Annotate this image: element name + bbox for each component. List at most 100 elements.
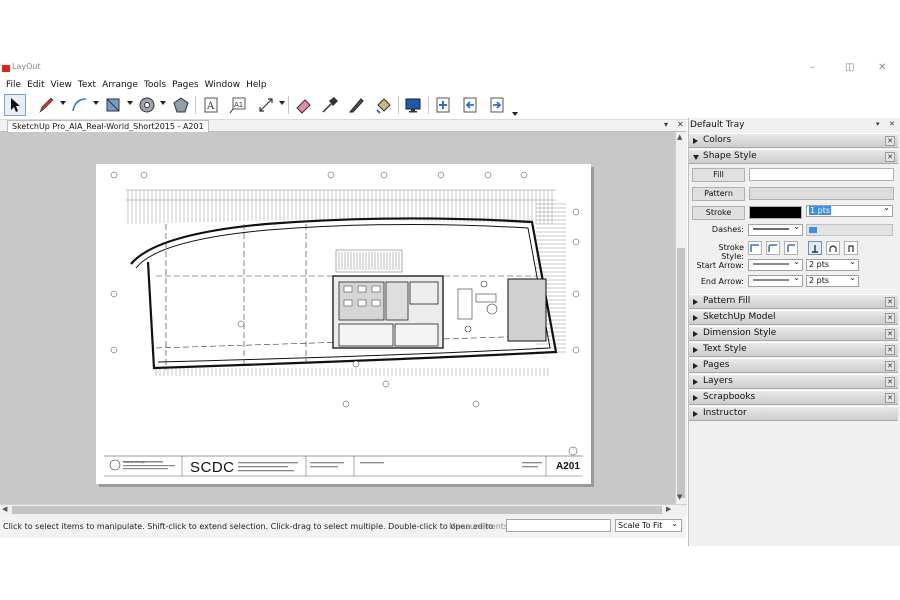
panel-scrapbooks[interactable]: Scrapbooks ✕: [689, 390, 898, 405]
panel-title: Colors: [703, 135, 732, 145]
add-page-button[interactable]: [432, 94, 454, 116]
next-page-button[interactable]: [486, 94, 508, 116]
menu-bar: File Edit View Text Arrange Tools Pages …: [0, 78, 900, 92]
menu-tools[interactable]: Tools: [141, 78, 169, 92]
eraser-tool-button[interactable]: [292, 94, 314, 116]
toolbar-separator: [288, 96, 289, 114]
pattern-button[interactable]: Pattern: [692, 187, 745, 201]
pattern-swatch[interactable]: [749, 187, 894, 200]
menu-file[interactable]: File: [3, 78, 24, 92]
menu-help[interactable]: Help: [243, 78, 270, 92]
text-tool-button[interactable]: A: [200, 94, 222, 116]
dimension-tool-button[interactable]: [255, 94, 277, 116]
tray-close-button[interactable]: ✕: [889, 120, 895, 128]
panel-title: Instructor: [703, 408, 747, 418]
circle-tool-dropdown[interactable]: [160, 101, 166, 105]
style-tool-button[interactable]: [318, 94, 340, 116]
dash-scale-select[interactable]: [806, 224, 893, 236]
arc-tool-dropdown[interactable]: [93, 101, 99, 105]
solid-line-icon: [753, 228, 789, 230]
circle-tool-button[interactable]: [136, 94, 158, 116]
select-tool-button[interactable]: [4, 94, 26, 116]
arc-tool-button[interactable]: [68, 94, 90, 116]
rectangle-tool-dropdown[interactable]: [127, 101, 133, 105]
close-window-button[interactable]: ✕: [878, 62, 886, 73]
horizontal-scroll-thumb[interactable]: [12, 506, 662, 514]
stroke-width-select[interactable]: 1 pts: [806, 203, 893, 217]
cap-square-icon[interactable]: [784, 241, 798, 255]
join-miter-icon[interactable]: [808, 241, 822, 255]
collapse-arrow-icon: [693, 347, 698, 353]
panel-layers[interactable]: Layers ✕: [689, 374, 898, 389]
label-icon: A1: [229, 97, 246, 114]
end-arrow-size-select[interactable]: 2 pts: [806, 273, 859, 287]
panel-close-button[interactable]: ✕: [885, 361, 895, 371]
line-tool-dropdown[interactable]: [60, 101, 66, 105]
menu-text[interactable]: Text: [75, 78, 99, 92]
stroke-button[interactable]: Stroke: [692, 206, 745, 220]
scroll-up-icon[interactable]: ▲: [677, 133, 682, 141]
start-arrow-label: Start Arrow:: [696, 261, 744, 270]
fill-button[interactable]: Fill: [692, 168, 745, 182]
panel-close-button[interactable]: ✕: [885, 136, 895, 146]
line-tool-button[interactable]: [35, 94, 57, 116]
menu-arrange[interactable]: Arrange: [99, 78, 141, 92]
start-arrow-size-select[interactable]: 2 pts: [806, 257, 859, 271]
scroll-down-icon[interactable]: ▼: [677, 493, 682, 501]
panel-sketchup-model[interactable]: SketchUp Model ✕: [689, 310, 898, 325]
minimize-button[interactable]: –: [810, 62, 815, 73]
monitor-icon: [405, 98, 421, 113]
document-tab[interactable]: SketchUp Pro_AIA_Real-World_Short2015 - …: [7, 120, 209, 132]
stroke-color-swatch[interactable]: [749, 206, 802, 219]
toolbar-separator: [398, 96, 399, 114]
panel-shape-style[interactable]: Shape Style ✕: [689, 149, 898, 164]
polygon-tool-button[interactable]: [170, 94, 192, 116]
panel-close-button[interactable]: ✕: [885, 393, 895, 403]
end-arrow-select[interactable]: [748, 273, 803, 287]
join-round-icon[interactable]: [826, 241, 840, 255]
panel-dimension-style[interactable]: Dimension Style ✕: [689, 326, 898, 341]
panel-pattern-fill[interactable]: Pattern Fill ✕: [689, 294, 898, 309]
fill-color-swatch[interactable]: [749, 168, 894, 181]
paper-sheet[interactable]: [96, 164, 591, 484]
pin-icon[interactable]: ▾: [876, 120, 880, 128]
panel-text-style[interactable]: Text Style ✕: [689, 342, 898, 357]
panel-close-button[interactable]: ✕: [885, 313, 895, 323]
panel-close-button[interactable]: ✕: [885, 329, 895, 339]
tab-menu-arrow-icon[interactable]: ▾: [664, 120, 668, 129]
split-tool-button[interactable]: [345, 94, 367, 116]
panel-close-button[interactable]: ✕: [885, 152, 895, 162]
panel-instructor[interactable]: Instructor: [689, 406, 898, 421]
maximize-button[interactable]: ◫: [845, 62, 854, 73]
join-bevel-icon[interactable]: [844, 241, 858, 255]
menu-pages[interactable]: Pages: [169, 78, 201, 92]
panel-pages[interactable]: Pages ✕: [689, 358, 898, 373]
rectangle-tool-button[interactable]: [102, 94, 124, 116]
measurements-input[interactable]: [506, 519, 611, 532]
arrow-right-icon: [490, 97, 504, 113]
cap-round-icon[interactable]: [766, 241, 780, 255]
start-arrow-select[interactable]: [748, 257, 803, 271]
scale-dropdown[interactable]: Scale To Fit: [615, 518, 682, 532]
vertical-scroll-thumb[interactable]: [677, 248, 685, 498]
end-arrow-label: End Arrow:: [700, 277, 744, 286]
panel-title: SketchUp Model: [703, 312, 776, 322]
previous-page-button[interactable]: [459, 94, 481, 116]
toolbar-overflow-dropdown[interactable]: [512, 112, 518, 116]
menu-view[interactable]: View: [48, 78, 75, 92]
dimension-tool-dropdown[interactable]: [279, 101, 285, 105]
join-tool-button[interactable]: [372, 94, 394, 116]
panel-close-button[interactable]: ✕: [885, 345, 895, 355]
scroll-right-icon[interactable]: ▶: [666, 505, 671, 513]
panel-close-button[interactable]: ✕: [885, 377, 895, 387]
dashes-select[interactable]: [748, 222, 803, 236]
menu-window[interactable]: Window: [202, 78, 244, 92]
panel-colors[interactable]: Colors ✕: [689, 133, 898, 148]
presentation-button[interactable]: [402, 94, 424, 116]
close-tab-button[interactable]: ✕: [677, 120, 684, 129]
cap-flat-icon[interactable]: [748, 241, 762, 255]
menu-edit[interactable]: Edit: [24, 78, 47, 92]
panel-close-button[interactable]: ✕: [885, 297, 895, 307]
label-tool-button[interactable]: A1: [227, 94, 249, 116]
scroll-left-icon[interactable]: ◀: [2, 505, 7, 513]
